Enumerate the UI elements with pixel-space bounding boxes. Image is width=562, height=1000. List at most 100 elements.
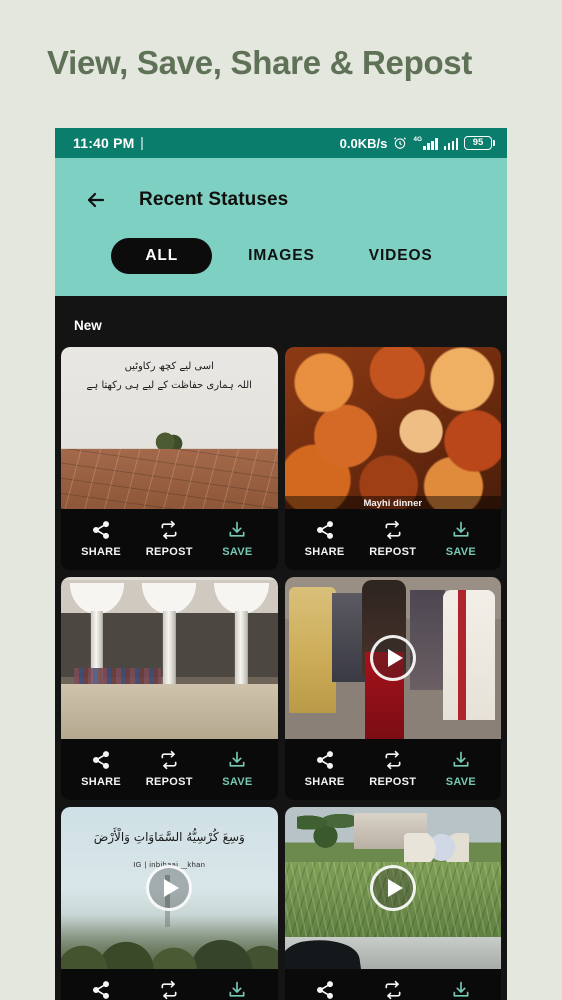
share-icon (316, 521, 333, 539)
network-type-label: 4G (413, 135, 422, 143)
status-thumbnail[interactable] (284, 807, 501, 969)
battery-icon: 95 (464, 136, 495, 150)
share-button[interactable]: SHARE (67, 520, 134, 558)
play-button[interactable] (146, 865, 193, 911)
repeat-icon (385, 980, 401, 1000)
repeat-icon (161, 520, 177, 540)
tiled-floor-decoration (61, 449, 278, 509)
repost-button[interactable]: REPOST (359, 750, 426, 788)
network-speed: 0.0KB/s (339, 135, 388, 151)
save-button[interactable]: SAVE (427, 520, 494, 558)
phone-screen: 11:40 PM 0.0KB/s 4G 95 Recent Statuses A… (55, 128, 507, 1000)
back-arrow-icon (87, 192, 105, 208)
share-button[interactable]: SHARE (291, 980, 358, 1000)
repeat-icon (161, 750, 177, 770)
signal-4g-icon: 4G (413, 135, 438, 150)
thumbnail-caption: Mayhi dinner (284, 496, 501, 509)
ground-decoration (61, 683, 278, 739)
thumbnail-art-food (284, 347, 501, 509)
card-actions: SHARE REPOST (284, 739, 501, 800)
status-card[interactable]: SHARE REPOST (61, 577, 278, 800)
save-button[interactable]: SAVE (204, 520, 271, 558)
repost-label: REPOST (145, 546, 193, 558)
thumbnail-overlay-text: وَسِعَ كُرْسِيُّهُ السَّمَاوَاتِ وَالْأَ… (93, 829, 245, 844)
card-actions: SHARE REPOST (61, 509, 278, 570)
play-button[interactable] (369, 635, 416, 681)
section-label-new: New (74, 318, 102, 333)
status-thumbnail[interactable]: Mayhi dinner (284, 347, 501, 509)
share-button[interactable]: SHARE (67, 750, 134, 788)
card-actions: SHARE REPOST (61, 739, 278, 800)
download-icon (229, 981, 245, 997)
status-thumbnail[interactable] (61, 577, 278, 739)
share-button[interactable]: SHARE (291, 750, 358, 788)
repost-label: REPOST (369, 546, 417, 558)
status-card[interactable]: SHARE REPOST (284, 577, 501, 800)
status-card[interactable]: Mayhi dinner SHARE REPOST SAVE (284, 347, 501, 570)
repeat-icon (161, 980, 177, 1000)
status-card[interactable]: SHARE REPOST (284, 807, 501, 1000)
thumbnail-overlay-text: اسی لیے کچھ رکاوٹیں اللہ ہماری حفاظت کے … (86, 361, 252, 391)
download-icon (229, 521, 245, 537)
status-bar-left: 11:40 PM (73, 135, 143, 151)
card-actions: SHARE REPOST (284, 969, 501, 1000)
share-icon (93, 981, 110, 999)
repost-label: REPOST (145, 776, 193, 788)
status-time: 11:40 PM (73, 135, 135, 151)
card-actions: SHARE REPOST (284, 509, 501, 570)
repost-label: REPOST (369, 776, 417, 788)
share-button[interactable]: SHARE (67, 980, 134, 1000)
share-label: SHARE (304, 776, 345, 788)
save-button[interactable]: SAVE (427, 980, 494, 1000)
app-bar-top: Recent Statuses (55, 180, 507, 220)
status-card[interactable]: وَسِعَ كُرْسِيُّهُ السَّمَاوَاتِ وَالْأَ… (61, 807, 278, 1000)
download-icon (453, 981, 469, 997)
tab-bar: ALL IMAGES VIDEOS (55, 220, 507, 296)
status-list: New اسی لیے کچھ رکاوٹیں اللہ ہماری حفاظت… (55, 296, 507, 1000)
repost-button[interactable]: REPOST (359, 980, 426, 1000)
share-label: SHARE (81, 776, 122, 788)
status-bar: 11:40 PM 0.0KB/s 4G 95 (55, 128, 507, 158)
save-label: SAVE (222, 776, 253, 788)
status-thumbnail[interactable]: وَسِعَ كُرْسِيُّهُ السَّمَاوَاتِ وَالْأَ… (61, 807, 278, 969)
save-label: SAVE (445, 776, 477, 788)
play-button[interactable] (369, 865, 416, 911)
repeat-icon (385, 750, 401, 770)
back-button[interactable] (79, 183, 113, 217)
share-icon (93, 521, 110, 539)
signal-bars-primary (423, 137, 438, 150)
tab-images[interactable]: IMAGES (230, 238, 333, 274)
signal-bars-secondary-icon (443, 137, 458, 150)
share-button[interactable]: SHARE (291, 520, 358, 558)
card-actions: SHARE REPOST (61, 969, 278, 1000)
status-card[interactable]: اسی لیے کچھ رکاوٹیں اللہ ہماری حفاظت کے … (61, 347, 278, 570)
save-button[interactable]: SAVE (427, 750, 494, 788)
alarm-icon (393, 136, 407, 150)
status-thumbnail[interactable]: اسی لیے کچھ رکاوٹیں اللہ ہماری حفاظت کے … (61, 347, 278, 509)
tab-all[interactable]: ALL (111, 238, 213, 274)
thumbnail-art-mosque (61, 577, 278, 739)
status-bar-right: 0.0KB/s 4G 95 (340, 136, 495, 151)
tab-videos[interactable]: VIDEOS (351, 238, 451, 274)
battery-level: 95 (472, 137, 484, 149)
promo-screenshot: View, Save, Share & Repost 11:40 PM 0.0K… (0, 0, 562, 1000)
trees-decoration (61, 913, 278, 969)
thumbnail-art-wall-quote: اسی لیے کچھ رکاوٹیں اللہ ہماری حفاظت کے … (61, 347, 278, 509)
repost-button[interactable]: REPOST (135, 520, 202, 558)
save-button[interactable]: SAVE (204, 980, 271, 1000)
share-icon (316, 751, 333, 769)
status-divider (140, 136, 143, 150)
crowd-decoration (73, 667, 161, 684)
repost-button[interactable]: REPOST (359, 520, 426, 558)
repost-button[interactable]: REPOST (135, 750, 202, 788)
share-icon (316, 981, 333, 999)
repeat-icon (385, 520, 401, 540)
status-thumbnail[interactable] (284, 577, 501, 739)
repost-button[interactable]: REPOST (135, 980, 202, 1000)
download-icon (229, 751, 245, 767)
save-label: SAVE (222, 546, 253, 558)
download-icon (453, 521, 469, 537)
share-label: SHARE (304, 546, 345, 558)
save-button[interactable]: SAVE (204, 750, 271, 788)
app-bar: Recent Statuses ALL IMAGES VIDEOS (55, 158, 507, 296)
